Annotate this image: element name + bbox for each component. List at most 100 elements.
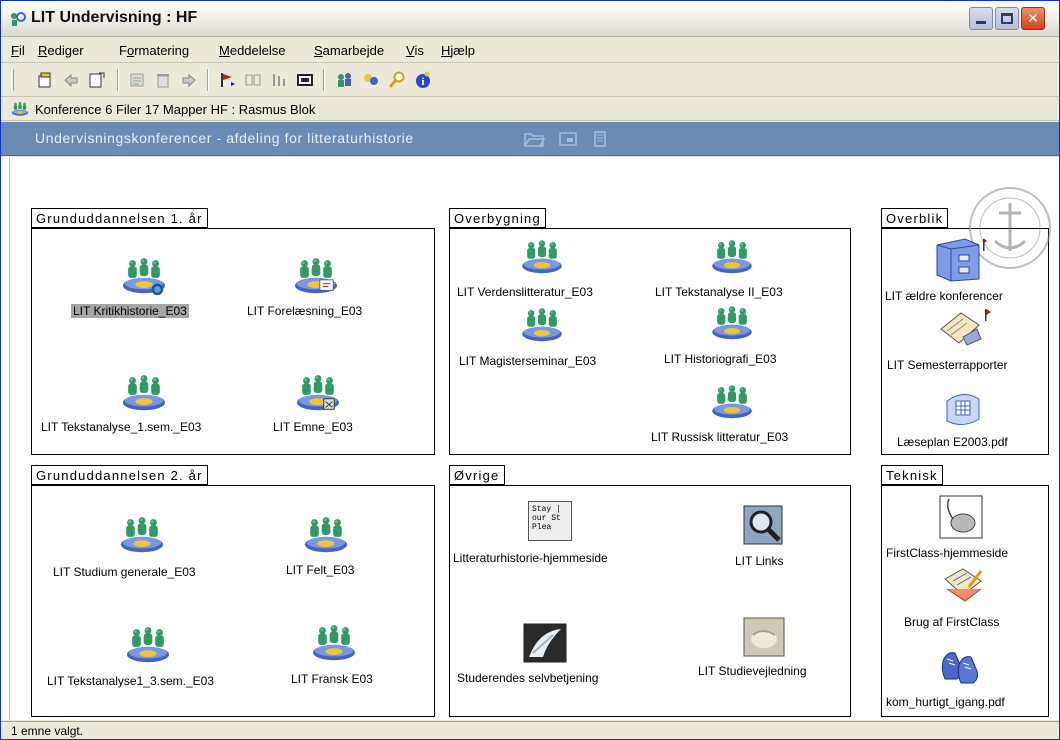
properties-icon[interactable] — [127, 70, 147, 90]
item-label: LIT Links — [735, 554, 784, 568]
item-label: LIT Verdenslitteratur_E03 — [457, 285, 593, 299]
item-label: LIT ældre konferencer — [885, 289, 1003, 303]
info-icon[interactable]: i — [413, 70, 433, 90]
item-label: LIT Tekstanalyse II_E03 — [655, 285, 783, 299]
conference-people-icon — [295, 373, 341, 413]
item-label: Litteraturhistorie-hjemmeside — [453, 551, 608, 565]
toolbar-grip[interactable] — [11, 69, 14, 91]
conference-people-icon — [709, 305, 755, 341]
link-icon[interactable] — [243, 70, 263, 90]
item-label: kom_hurtigt_igang.pdf — [886, 695, 1005, 709]
item-label: Brug af FirstClass — [904, 615, 1000, 629]
item-label: Studerendes selvbetjening — [457, 671, 599, 685]
manual-pencil-icon — [944, 568, 983, 602]
documents-icon[interactable] — [589, 130, 611, 148]
conference-people-icon — [121, 373, 167, 413]
toolbar-separator — [207, 69, 209, 91]
conference-icon — [11, 101, 29, 117]
magnifier-links-icon — [743, 505, 783, 545]
open-item-icon[interactable] — [87, 70, 107, 90]
folder-view-icon[interactable] — [295, 70, 315, 90]
item-label: LIT Tekstanalyse1_3.sem._E03 — [47, 674, 214, 688]
panel-grund1-label: Grunduddannelsen 1. år — [31, 208, 208, 228]
panel-overbygning-label: Overbygning — [449, 208, 546, 228]
guidance-photo-icon — [743, 617, 785, 657]
banner-title: Undervisningskonferencer - afdeling for … — [35, 130, 414, 146]
item-label: LIT Semesterrapporter — [887, 358, 1008, 372]
menu-bar: Fil Rediger Formatering Meddelelse Samar… — [1, 39, 1059, 63]
app-window: LIT Undervisning : HF ✕ Fil Rediger Form… — [0, 0, 1060, 740]
conference-people-icon — [709, 384, 755, 420]
minimize-icon — [976, 21, 986, 24]
window-title: LIT Undervisning : HF — [31, 9, 198, 26]
panel-teknisk-label: Teknisk — [881, 465, 943, 485]
new-item-icon[interactable] — [35, 70, 55, 90]
menu-samarbejde[interactable]: Samarbejde — [314, 43, 384, 58]
flag-icon[interactable] — [217, 70, 237, 90]
open-folder-icon[interactable] — [523, 130, 545, 148]
item-label: Læseplan E2003.pdf — [897, 435, 1008, 449]
menu-formatering[interactable]: Formatering — [119, 43, 189, 58]
conference-banner: Undervisningskonferencer - afdeling for … — [1, 122, 1059, 156]
title-bar[interactable]: LIT Undervisning : HF ✕ — [1, 1, 1059, 37]
reply-icon[interactable] — [61, 70, 81, 90]
web-note-icon: Stay | our St Plea — [528, 501, 572, 541]
conference-app-icon — [11, 12, 26, 26]
sort-icon[interactable] — [269, 70, 289, 90]
menu-vis[interactable]: Vis — [406, 43, 424, 58]
conference-people-icon — [519, 307, 565, 343]
maximize-icon — [1001, 13, 1013, 24]
item-label: LIT Fransk E03 — [291, 672, 373, 686]
item-label: LIT Emne_E03 — [273, 420, 353, 434]
close-icon: ✕ — [1027, 10, 1039, 26]
menu-rediger[interactable]: Rediger — [38, 43, 84, 58]
conference-people-icon — [125, 625, 171, 665]
conference-people-icon — [121, 256, 167, 296]
item-label: LIT Kritikhistorie_E03 — [71, 304, 189, 318]
pdf-calendar-icon — [946, 394, 980, 425]
toolbar: i — [1, 64, 1059, 97]
menu-hjaelp[interactable]: Hjælp — [441, 43, 475, 58]
self-service-photo-icon — [523, 623, 567, 663]
svg-text:i: i — [421, 76, 424, 88]
chat-icon[interactable] — [361, 70, 381, 90]
item-label: LIT Tekstanalyse_1.sem._E03 — [41, 420, 202, 434]
item-label: LIT Historiografi_E03 — [664, 352, 777, 366]
conference-people-icon — [293, 256, 339, 296]
panel-grund2-label: Grunduddannelsen 2. år — [31, 465, 208, 485]
users-icon[interactable] — [335, 70, 355, 90]
menu-meddelelse[interactable]: Meddelelse — [219, 43, 286, 58]
maximize-button[interactable] — [995, 7, 1019, 30]
item-label: LIT Magisterseminar_E03 — [459, 354, 597, 368]
item-label: LIT Forelæsning_E03 — [247, 304, 363, 318]
menu-fil[interactable]: Fil — [11, 43, 25, 58]
running-shoes-icon — [941, 652, 978, 684]
delete-icon[interactable] — [153, 70, 173, 90]
toolbar-separator — [323, 69, 325, 91]
window-icon[interactable] — [557, 130, 579, 148]
close-button[interactable]: ✕ — [1021, 7, 1045, 30]
item-label: LIT Studievejledning — [698, 664, 807, 678]
panel-overbygning — [449, 228, 851, 455]
item-label: FirstClass-hjemmeside — [886, 546, 1009, 560]
minimize-button[interactable] — [969, 7, 993, 30]
conference-people-icon — [519, 239, 565, 275]
content-left-edge — [9, 157, 10, 720]
toolbar-separator — [117, 69, 119, 91]
search-icon[interactable] — [387, 70, 407, 90]
status-bar: 1 emne valgt. — [1, 721, 1059, 739]
archive-cabinet-icon — [936, 238, 987, 282]
item-label: LIT Felt_E03 — [286, 563, 355, 577]
conference-people-icon — [119, 515, 165, 555]
conference-info-bar: Konference 6 Filer 17 Mapper HF : Rasmus… — [1, 98, 1059, 121]
panel-overblik-label: Overblik — [881, 208, 949, 228]
forward-icon[interactable] — [179, 70, 199, 90]
reports-icon — [940, 309, 991, 346]
conference-people-icon — [709, 239, 755, 275]
item-label: LIT Studium generale_E03 — [53, 565, 196, 579]
mouse-icon — [939, 495, 983, 539]
conference-people-icon — [311, 623, 357, 663]
panel-ovrige-label: Øvrige — [449, 465, 505, 485]
status-text: 1 emne valgt. — [11, 724, 84, 738]
item-label: LIT Russisk litteratur_E03 — [651, 430, 789, 444]
